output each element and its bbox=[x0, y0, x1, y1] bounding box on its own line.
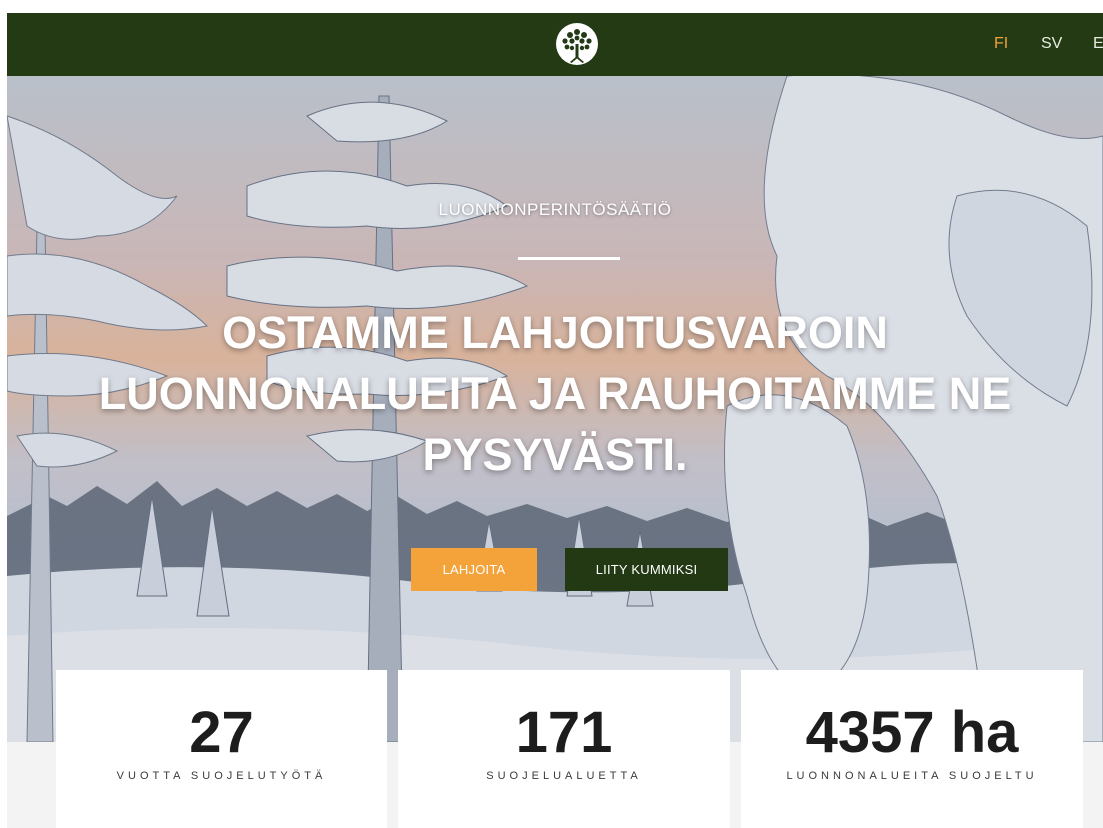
language-en-link[interactable]: E bbox=[1093, 35, 1103, 53]
stat-value: 4357 ha bbox=[805, 700, 1019, 765]
language-fi-link[interactable]: FI bbox=[994, 35, 1008, 53]
stat-card-hectares: 4357 ha LUONNONALUEITA SUOJELTU bbox=[741, 670, 1083, 828]
hero-divider bbox=[518, 257, 620, 260]
page: FI SV E LUONNONPERINTÖSÄÄTIÖ OSTAMME LAH… bbox=[0, 0, 1103, 828]
hero-section: LUONNONPERINTÖSÄÄTIÖ OSTAMME LAHJOITUSVA… bbox=[7, 76, 1103, 742]
stat-label: SUOJELUALUETTA bbox=[486, 770, 642, 782]
headline-line-3: PYSYVÄSTI. bbox=[422, 429, 688, 480]
headline-line-2: LUONNONALUEITA JA RAUHOITAMME NE bbox=[98, 368, 1012, 419]
hero-headline: OSTAMME LAHJOITUSVAROIN LUONNONALUEITA J… bbox=[47, 302, 1063, 485]
donate-button[interactable]: LAHJOITA bbox=[411, 548, 537, 591]
join-sponsor-button[interactable]: LIITY KUMMIKSI bbox=[565, 548, 728, 591]
stat-value: 171 bbox=[515, 700, 613, 765]
stat-card-years: 27 VUOTTA SUOJELUTYÖTÄ bbox=[56, 670, 387, 828]
stat-value: 27 bbox=[189, 700, 254, 765]
stat-card-areas: 171 SUOJELUALUETTA bbox=[398, 670, 730, 828]
stat-label: LUONNONALUEITA SUOJELTU bbox=[786, 770, 1038, 782]
language-sv-link[interactable]: SV bbox=[1041, 35, 1062, 53]
headline-line-1: OSTAMME LAHJOITUSVAROIN bbox=[222, 307, 888, 358]
hero-kicker: LUONNONPERINTÖSÄÄTIÖ bbox=[438, 200, 672, 219]
tree-logo-icon[interactable] bbox=[555, 22, 599, 66]
top-navigation-bar: FI SV E bbox=[7, 13, 1103, 76]
stat-label: VUOTTA SUOJELUTYÖTÄ bbox=[116, 770, 327, 782]
